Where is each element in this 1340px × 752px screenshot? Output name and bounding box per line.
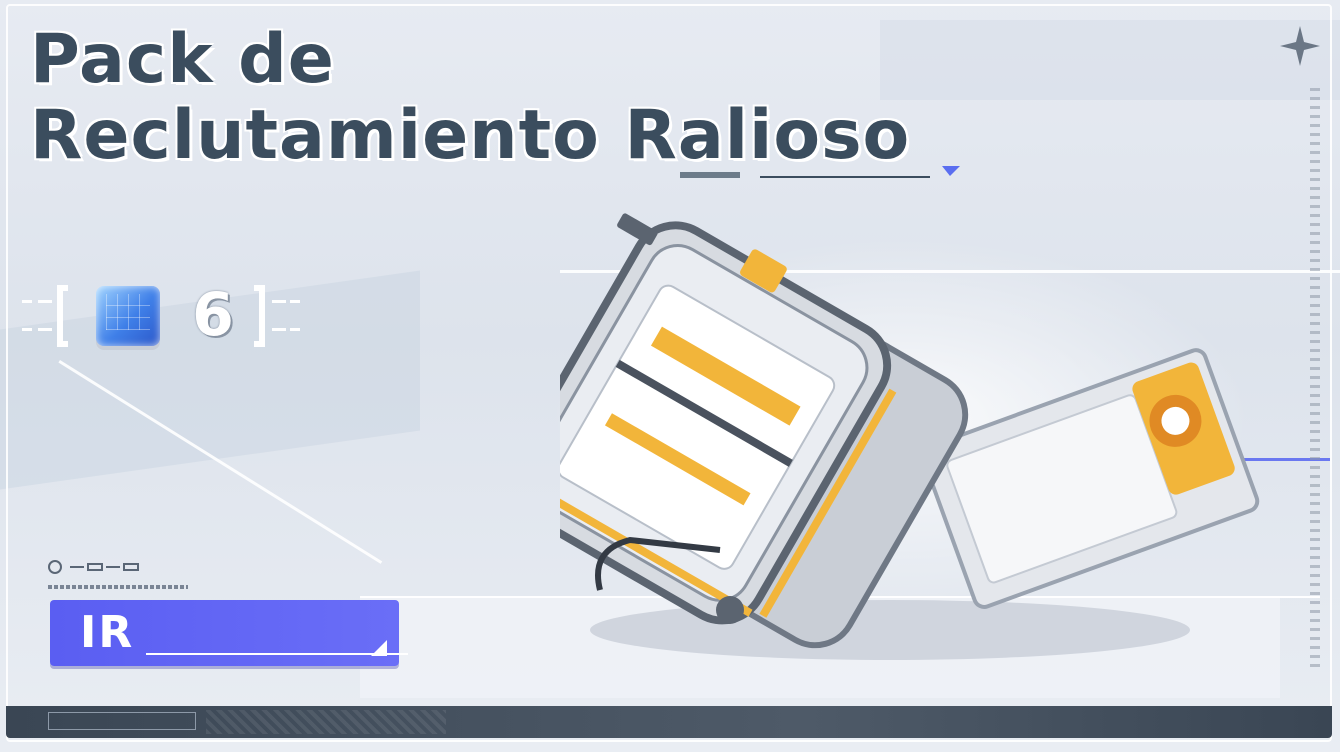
reward-item: 6 <box>22 280 302 350</box>
pack-title: Pack de Reclutamiento Ralioso <box>30 22 910 174</box>
button-caption-decoration <box>48 560 248 600</box>
reward-quantity: 6 <box>192 280 234 350</box>
bottom-status-bar <box>6 706 1332 738</box>
go-button-underline <box>146 653 408 655</box>
bottom-bar-hatch <box>206 710 446 734</box>
blue-cube-icon <box>96 286 160 346</box>
bottom-bar-tag <box>48 712 196 730</box>
supply-case-illustration <box>560 213 1260 660</box>
chevron-circle-icon <box>48 560 62 574</box>
reward-brackets <box>22 285 300 347</box>
corner-triangle-icon <box>371 640 387 656</box>
caption-microtext <box>48 584 188 590</box>
pack-title-line1: Pack de <box>30 20 335 99</box>
pack-title-line2: Reclutamiento Ralioso <box>30 96 911 175</box>
caption-glyphs <box>70 563 139 571</box>
title-underline-decoration <box>680 166 960 178</box>
go-button[interactable]: IR <box>50 600 408 666</box>
pack-banner: Pack de Reclutamiento Ralioso 6 IR <box>0 0 1340 752</box>
sparkle-star-icon <box>1280 26 1320 66</box>
go-button-label: IR <box>80 607 135 658</box>
side-barcode-strip <box>1310 88 1320 668</box>
